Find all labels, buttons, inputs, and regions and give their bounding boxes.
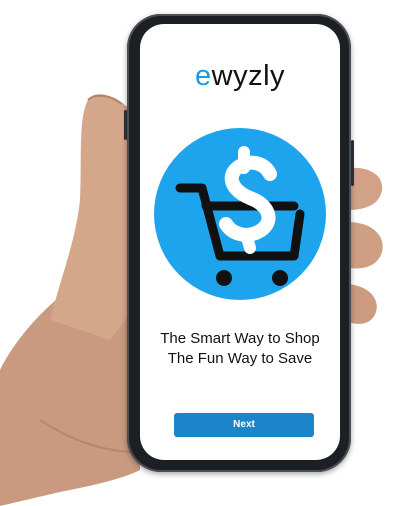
phone-side-button	[351, 140, 354, 186]
cart-dollar-icon	[175, 146, 305, 286]
phone-screen: ewyzly The Smart Way to Shop The Fun Way…	[140, 24, 340, 460]
hero-badge	[154, 128, 326, 300]
tagline-line-2: The Fun Way to Save	[167, 350, 313, 367]
next-button[interactable]: Next	[174, 413, 314, 437]
logo-prefix: e	[194, 60, 212, 92]
tagline-line-1: The Smart Way to Shop	[160, 330, 320, 347]
logo-name: wyzly	[211, 60, 286, 92]
app-logo: ewyzly	[140, 60, 340, 93]
phone-volume-button	[124, 110, 127, 140]
